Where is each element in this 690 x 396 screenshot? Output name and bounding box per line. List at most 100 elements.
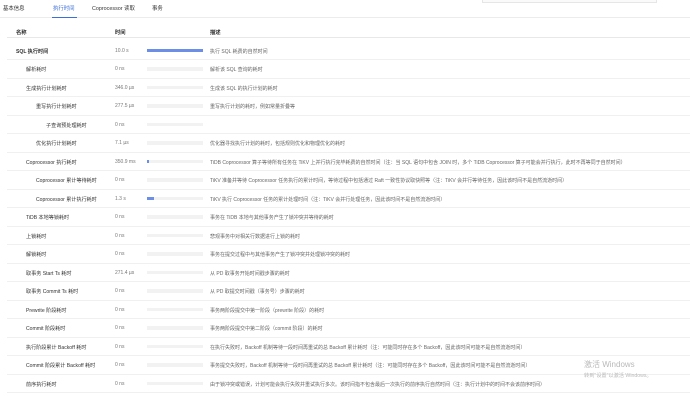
table-row: 优化执行计划耗时 7.1 µs 优化器寻找执行计划的耗时，包括规则优化和物理优化… [7,134,690,153]
table-row: Coprocessor 执行耗时 350.9 ms TiDB Coprocess… [7,153,690,171]
row-duration: 271.4 µs [115,269,135,276]
duration-bar-track [147,344,203,348]
row-name: 解析耗时 [26,67,47,73]
tab-transaction[interactable]: 事务 [152,4,163,12]
duration-bar-track [147,85,203,89]
row-duration: 0 ns [115,66,125,72]
duration-bar-fill [147,159,149,163]
row-name: 重写执行计划耗时 [36,104,77,110]
row-duration: 0 ns [115,214,125,220]
table-row: 生成执行计划耗时 346.0 µs 生成该 SQL 的执行计划的耗时 [7,79,690,97]
tab-coprocessor-read[interactable]: Coprocessor 读取 [92,4,135,12]
watermark-subtitle: 转到"设置"以激活 Windows。 [584,373,652,379]
row-name: 解锁耗时 [26,252,47,258]
activate-windows-watermark: 激活 Windows 转到"设置"以激活 Windows。 [584,359,652,379]
row-description: TiKV 准备并等待 Coprocessor 任务执行的累计时间，等待过程中包括… [210,178,568,184]
row-description: 由于锁冲突或错误，计划可能会执行失败并重试执行多次。该时间指不包含最后一次执行的… [210,381,546,388]
row-name: SQL 执行时间 [16,48,49,55]
row-description: 从 PD 取事务开始时间戳步骤的耗时 [210,270,290,277]
row-duration: 1.3 s [115,195,126,202]
row-description: 优化器寻找执行计划的耗时，包括规则优化和物理优化的耗时 [210,141,346,147]
row-name: 生成执行计划耗时 [26,85,67,92]
table-row: 解析耗时 0 ns 解析该 SQL 查询的耗时 [7,60,690,79]
row-duration: 0 ns [115,306,125,313]
duration-bar-fill [147,196,155,200]
column-header-description: 描述 [210,30,221,36]
row-name: Coprocessor 累计执行耗时 [36,196,97,203]
row-description: 事务两阶段提交中第二阶段（commit 阶段）的耗时 [210,326,323,332]
row-duration: 0 ns [115,362,125,368]
row-name: 取事务 Start Ts 耗时 [26,270,72,277]
row-description: 解析该 SQL 查询的耗时 [210,67,263,73]
watermark-title: 激活 Windows [584,360,635,369]
row-description: 重写执行计划的耗时，例如常量折叠等 [210,104,296,110]
row-duration: 0 ns [115,232,125,239]
row-duration: 0 ns [115,380,125,387]
duration-bar-track [147,270,203,274]
row-description: 在执行失败时，Backoff 机制等待一段时间再重试的总 Backoff 累计耗… [210,344,526,351]
top-search-box[interactable] [482,0,657,3]
duration-bar-track [147,252,203,256]
row-name: Coprocessor 累计等待耗时 [36,178,97,184]
column-header-duration: 时间 [115,30,126,36]
row-description: TiKV 执行 Coprocessor 任务的累计处理时间（注：TiKV 会并行… [210,196,446,203]
row-name: 执行阶段累计 Backoff 耗时 [26,344,87,351]
table-header: 名称 时间 描述 [7,24,690,38]
row-description: 悲观事务中对相关行数据进行上锁的耗时 [210,233,301,240]
active-tab-indicator [52,16,77,18]
row-duration: 0 ns [115,288,125,294]
duration-bar-track [147,104,203,108]
row-name: Commit 阶段耗时 [26,326,66,332]
table-row: 上锁耗时 0 ns 悲观事务中对相关行数据进行上锁的耗时 [7,227,690,245]
duration-bar-track [147,122,203,126]
duration-bar-track [147,159,203,163]
tab-execution-time[interactable]: 执行时间 [53,4,75,12]
row-description: TiDB Coprocessor 算子等待所有任务在 TiKV 上并行执行完毕耗… [210,159,626,166]
table-row: Prewrite 阶段耗时 0 ns 事务两阶段提交中第一阶段（prewrite… [7,301,690,319]
row-duration: 350.9 ms [115,158,136,165]
duration-bar-track [147,196,203,200]
row-duration: 0 ns [115,177,125,183]
duration-bar-track [147,381,203,385]
table-row: 解锁耗时 0 ns 事务在提交过程中与其他事务产生了锁冲突并处理锁冲突的耗时 [7,245,690,264]
row-name: 子查询预处理耗时 [46,122,87,129]
row-description: 事务提交失败时，Backoff 机制等待一段时间再重试的总 Backoff 累计… [210,363,531,369]
table-row: 执行阶段累计 Backoff 耗时 0 ns 在执行失败时，Backoff 机制… [7,338,690,356]
table-row: 取事务 Commit Ts 耗时 0 ns 从 PD 取提交时间戳（事务号）步骤… [7,282,690,301]
row-name: Coprocessor 执行耗时 [26,159,77,166]
tab-basic-info[interactable]: 基本信息 [3,4,25,12]
row-duration: 0 ns [115,121,125,128]
duration-bar-track [147,178,203,182]
tab-bar: 基本信息 执行时间 Coprocessor 读取 事务 [0,0,690,18]
row-description: 从 PD 取提交时间戳（事务号）步骤的耗时 [210,289,305,295]
duration-bar-track [147,48,203,52]
duration-bar-fill [147,48,203,52]
row-duration: 7.1 µs [115,140,129,146]
table-row: 重写执行计划耗时 277.5 µs 重写执行计划的耗时，例如常量折叠等 [7,97,690,116]
row-name: 取事务 Commit Ts 耗时 [26,289,79,295]
row-duration: 0 ns [115,343,125,350]
duration-bar-track [147,363,203,367]
table-row: SQL 执行时间 10.0 s 执行 SQL 耗费的自然时间 [7,42,690,60]
table-row: Commit 阶段耗时 0 ns 事务两阶段提交中第二阶段（commit 阶段）… [7,319,690,338]
table-row: Coprocessor 累计等待耗时 0 ns TiKV 准备并等待 Copro… [7,171,690,190]
duration-bar-track [147,289,203,293]
row-name: Commit 阶段累计 Backoff 耗时 [26,363,96,369]
duration-bar-track [147,67,203,71]
duration-bar-track [147,307,203,311]
row-duration: 346.0 µs [115,84,135,91]
row-description: 事务在提交过程中与其他事务产生了锁冲突并处理锁冲突的耗时 [210,252,351,258]
row-description: 事务两阶段提交中第一阶段（prewrite 阶段）的耗时 [210,307,325,314]
row-name: 上锁耗时 [26,233,47,240]
row-duration: 277.5 µs [115,103,135,109]
duration-bar-track [147,326,203,330]
duration-bar-track [147,215,203,219]
table-row: 取事务 Start Ts 耗时 271.4 µs 从 PD 取事务开始时间戳步骤… [7,264,690,282]
row-description: 执行 SQL 耗费的自然时间 [210,48,268,55]
duration-bar-track [147,141,203,145]
row-name: TiDB 本地等锁耗时 [26,215,70,221]
row-name: 前序执行耗时 [26,381,57,388]
row-name: 优化执行计划耗时 [36,141,77,147]
row-duration: 0 ns [115,251,125,257]
table-row: 子查询预处理耗时 0 ns [7,116,690,134]
